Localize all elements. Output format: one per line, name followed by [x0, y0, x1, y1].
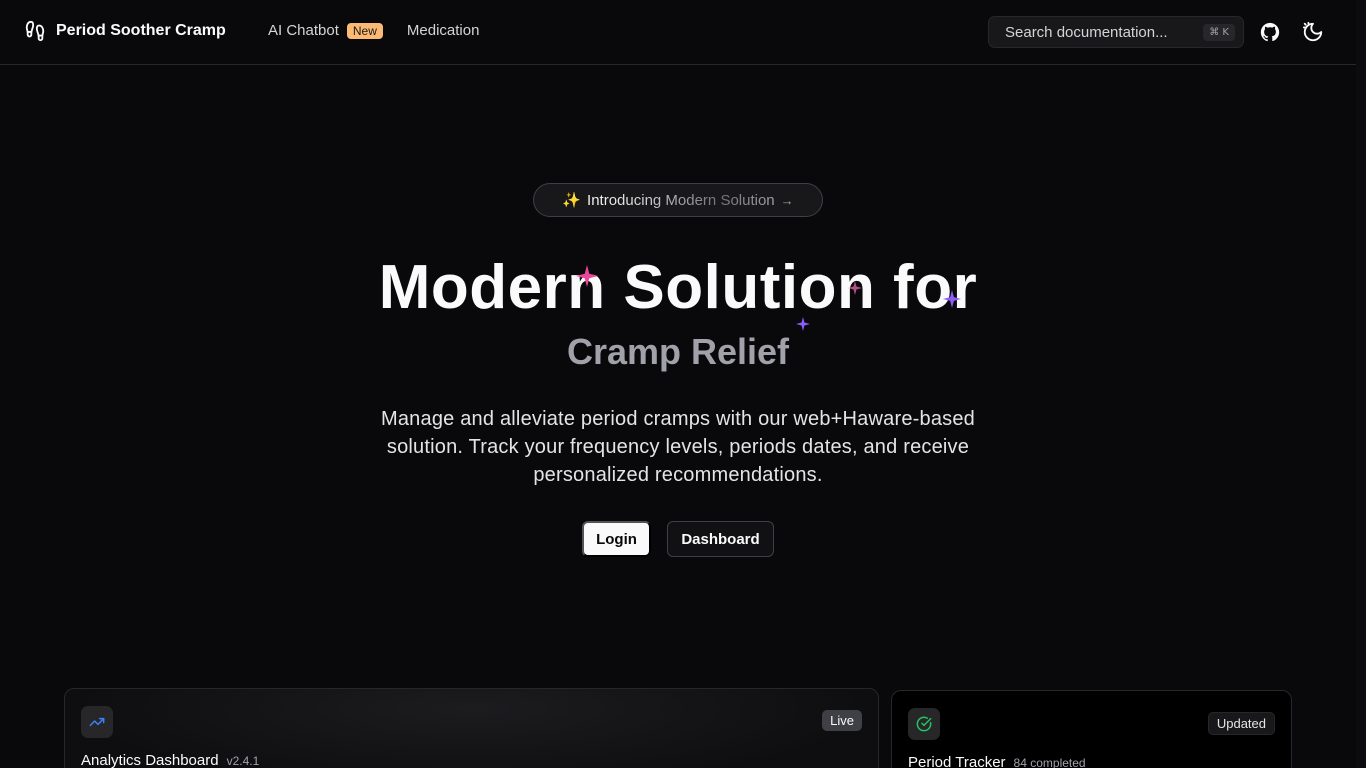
search-input[interactable]: Search documentation... ⌘ K	[988, 16, 1244, 48]
hero-title: Modern Solution for	[378, 253, 978, 322]
hero-subtitle: Cramp Relief	[566, 331, 790, 372]
status-badge: Live	[822, 710, 862, 731]
login-button[interactable]: Login	[582, 521, 651, 557]
sparkle-icon	[796, 317, 810, 336]
hero-description: Manage and alleviate period cramps with …	[381, 408, 975, 486]
sparkles-emoji-icon: ✨	[562, 192, 582, 209]
card-title: Period Tracker 84 completed	[908, 754, 1086, 768]
card-title-text: Period Tracker	[908, 754, 1006, 768]
nav-ai-chatbot[interactable]: AI Chatbot New	[268, 22, 383, 39]
card-meta: v2.4.1	[226, 754, 260, 768]
announcement-pill[interactable]: ✨ Introducing Modern Solution →	[533, 183, 823, 217]
search-placeholder: Search documentation...	[1005, 23, 1168, 41]
announcement-text: Introducing Modern Solution	[587, 191, 775, 209]
arrow-right-icon: →	[780, 192, 794, 208]
trend-up-icon	[81, 706, 113, 738]
theme-toggle-icon[interactable]	[1302, 21, 1324, 43]
nav-medication[interactable]: Medication	[407, 22, 480, 39]
nav-medication-label: Medication	[406, 22, 480, 39]
search-shortcut: ⌘ K	[1203, 23, 1235, 41]
nav-ai-chatbot-label: AI Chatbot	[268, 22, 339, 39]
sparkle-icon	[576, 265, 598, 292]
sparkle-icon	[943, 290, 961, 313]
check-circle-icon	[908, 708, 940, 740]
page-scrollbar[interactable]	[1356, 0, 1366, 768]
footprints-icon	[24, 20, 46, 42]
card-title: Analytics Dashboard v2.4.1	[81, 752, 259, 768]
analytics-dashboard-card[interactable]: Live Analytics Dashboard v2.4.1	[64, 688, 879, 768]
dashboard-button[interactable]: Dashboard	[667, 521, 774, 557]
top-navbar: Period Soother Cramp AI Chatbot New Medi…	[0, 0, 1356, 65]
sparkle-icon	[848, 281, 862, 300]
new-badge: New	[346, 22, 383, 39]
brand-name: Period Soother Cramp	[56, 22, 226, 39]
card-meta: 84 completed	[1013, 756, 1086, 768]
period-tracker-card[interactable]: Updated Period Tracker 84 completed	[891, 690, 1292, 768]
status-badge: Updated	[1207, 712, 1275, 735]
brand-link[interactable]: Period Soother Cramp	[24, 20, 226, 42]
github-icon[interactable]	[1259, 21, 1281, 43]
card-title-text: Analytics Dashboard	[81, 752, 219, 768]
main-nav: AI Chatbot New Medication	[268, 22, 479, 39]
